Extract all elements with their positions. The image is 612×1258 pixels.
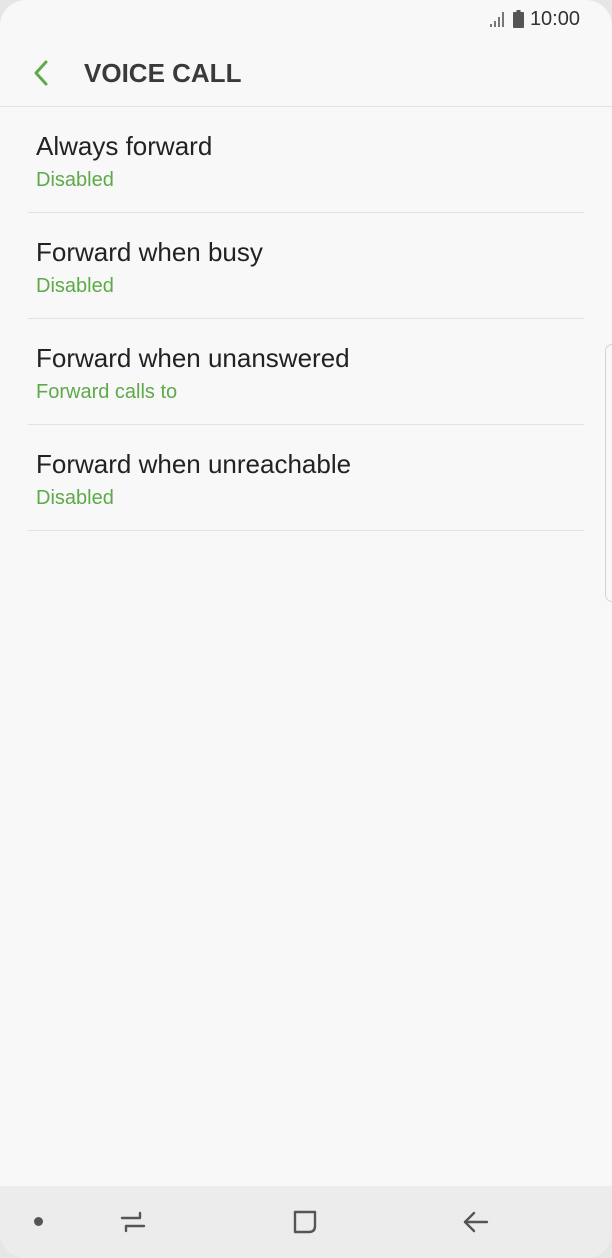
list-item-forward-when-busy[interactable]: Forward when busy Disabled — [0, 213, 612, 319]
back-button[interactable] — [22, 54, 60, 92]
status-indicators: 10:00 — [489, 7, 580, 31]
recent-apps-button[interactable] — [116, 1206, 150, 1238]
status-time: 10:00 — [529, 8, 580, 30]
edge-panel-handle[interactable] — [605, 344, 612, 602]
app-header: VOICE CALL — [0, 40, 612, 107]
list-item-always-forward[interactable]: Always forward Disabled — [0, 107, 612, 213]
recent-apps-icon — [120, 1211, 146, 1233]
navigation-bar — [0, 1186, 612, 1258]
list-item-status: Disabled — [36, 487, 114, 509]
system-back-button[interactable] — [459, 1206, 493, 1238]
list-item-status: Disabled — [36, 169, 114, 191]
call-forwarding-list: Always forward Disabled Forward when bus… — [0, 107, 612, 531]
signal-icon — [489, 12, 504, 27]
page-title: VOICE CALL — [84, 58, 242, 88]
back-arrow-icon — [463, 1211, 489, 1233]
list-item-forward-when-unanswered[interactable]: Forward when unanswered Forward calls to — [0, 319, 612, 425]
nav-dot-icon[interactable] — [34, 1217, 43, 1226]
list-item-title: Forward when busy — [36, 237, 263, 267]
home-icon — [293, 1210, 317, 1234]
list-item-title: Always forward — [36, 131, 213, 161]
chevron-left-icon — [34, 60, 48, 86]
list-item-title: Forward when unreachable — [36, 449, 352, 479]
list-item-status: Forward calls to — [36, 381, 178, 403]
battery-icon — [512, 10, 524, 28]
list-item-status: Disabled — [36, 275, 114, 297]
list-item-title: Forward when unanswered — [36, 343, 350, 373]
phone-screen: 10:00 VOICE CALL Always forward Disabled… — [0, 0, 612, 1258]
list-item-forward-when-unreachable[interactable]: Forward when unreachable Disabled — [0, 425, 612, 531]
home-button[interactable] — [288, 1206, 322, 1238]
status-bar: 10:00 — [0, 0, 612, 40]
